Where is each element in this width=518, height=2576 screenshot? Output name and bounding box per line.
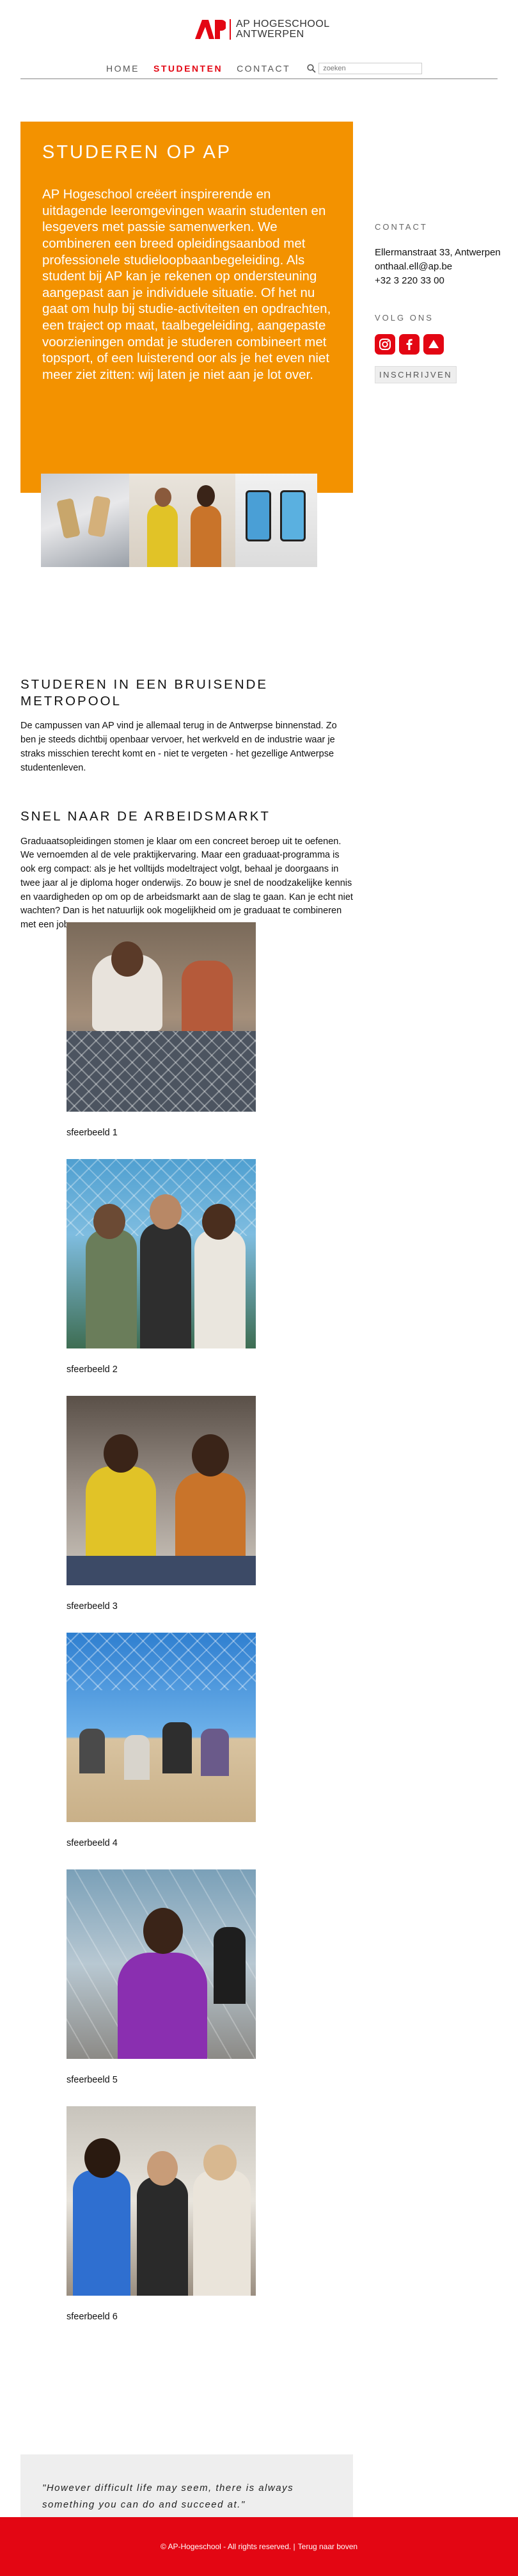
gallery-image-2[interactable] (67, 1159, 256, 1348)
gallery-image-3[interactable] (67, 1396, 256, 1585)
gallery-caption: sfeerbeeld 5 (67, 2075, 118, 2085)
hero-text: AP Hogeschool creëert inspirerende en ui… (42, 187, 331, 382)
section-title: STUDEREN IN EEN BRUISENDE METROPOOL (20, 677, 269, 708)
gallery-caption: sfeerbeeld 6 (67, 2312, 118, 2322)
contact-email[interactable]: onthaal.ell@ap.be (375, 260, 515, 274)
youtube-icon[interactable] (423, 334, 444, 355)
section-text: De campussen van AP vind je allemaal ter… (20, 721, 337, 773)
gallery-caption: sfeerbeeld 2 (67, 1364, 118, 1375)
contact-phone[interactable]: +32 3 220 33 00 (375, 274, 515, 288)
gallery-image-5[interactable] (67, 1869, 256, 2059)
quote-text: "However difficult life may seem, there … (42, 2483, 294, 2511)
section-metropool: STUDEREN IN EEN BRUISENDE METROPOOL De c… (20, 676, 353, 775)
gallery-image-4[interactable] (67, 1633, 256, 1822)
gallery-caption: sfeerbeeld 4 (67, 1838, 118, 1848)
logo-line-1: AP HOGESCHOOL (236, 19, 330, 29)
gallery-item: sfeerbeeld 4 (67, 1633, 258, 1869)
gallery-image-6[interactable] (67, 2106, 256, 2296)
hero-collage (41, 474, 317, 567)
gallery-item: sfeerbeeld 5 (67, 1869, 258, 2106)
collage-image-students (129, 474, 235, 567)
main-nav: HOME STUDENTEN CONTACT (106, 63, 423, 74)
header-divider (20, 78, 498, 79)
signup-button[interactable]: INSCHRIJVEN (375, 366, 457, 384)
nav-studenten[interactable]: STUDENTEN (153, 63, 223, 74)
gallery-item: sfeerbeeld 1 (67, 922, 258, 1159)
contact-block: CONTACT Ellermanstraat 33, Antwerpen ont… (375, 222, 515, 287)
logo-divider (230, 19, 231, 40)
logo-text: AP HOGESCHOOL ANTWERPEN (236, 19, 330, 40)
photo-gallery: sfeerbeeld 1 sfeerbeeld 2 sfeerbeeld 3 s… (67, 922, 258, 2343)
ap-logo-icon (195, 20, 227, 39)
instagram-icon[interactable] (375, 334, 395, 355)
nav-contact[interactable]: CONTACT (237, 63, 290, 74)
contact-title: CONTACT (375, 222, 428, 232)
gallery-caption: sfeerbeeld 3 (67, 1601, 118, 1612)
section-arbeidsmarkt: SNEL NAAR DE ARBEIDSMARKT Graduaatsoplei… (20, 808, 353, 932)
section-text: Graduaatsopleidingen stomen je klaar om … (20, 836, 353, 931)
gallery-image-1[interactable] (67, 922, 256, 1112)
site-header: AP HOGESCHOOL ANTWERPEN HOME STUDENTEN C… (0, 0, 518, 80)
gallery-item: sfeerbeeld 2 (67, 1159, 258, 1396)
footer-copyright: © AP-Hogeschool - All rights reserved. | (160, 2542, 295, 2551)
follow-title: VOLG ONS (375, 313, 434, 323)
logo-line-2: ANTWERPEN (236, 29, 304, 40)
site-footer: © AP-Hogeschool - All rights reserved. |… (0, 2517, 518, 2576)
facebook-icon[interactable] (399, 334, 420, 355)
gallery-item: sfeerbeeld 6 (67, 2106, 258, 2343)
collage-image-phones (235, 474, 317, 567)
collage-image-shoes (41, 474, 129, 567)
section-title: SNEL NAAR DE ARBEIDSMARKT (20, 809, 271, 824)
search-icon[interactable] (307, 64, 316, 73)
social-links (375, 334, 515, 355)
nav-home[interactable]: HOME (106, 63, 139, 74)
intro-block: STUDEREN OP AP AP Hogeschool creëert ins… (20, 122, 353, 567)
search-box (307, 63, 423, 74)
hero-title: STUDEREN OP AP (42, 142, 232, 163)
back-to-top-link[interactable]: Terug naar boven (298, 2542, 357, 2551)
hero-panel: STUDEREN OP AP AP Hogeschool creëert ins… (20, 122, 353, 493)
gallery-item: sfeerbeeld 3 (67, 1396, 258, 1633)
gallery-caption: sfeerbeeld 1 (67, 1128, 118, 1138)
search-input[interactable] (318, 63, 423, 74)
contact-address: Ellermanstraat 33, Antwerpen (375, 247, 501, 258)
sidebar: CONTACT Ellermanstraat 33, Antwerpen ont… (375, 222, 515, 384)
ap-logo[interactable]: AP HOGESCHOOL ANTWERPEN (195, 19, 330, 40)
